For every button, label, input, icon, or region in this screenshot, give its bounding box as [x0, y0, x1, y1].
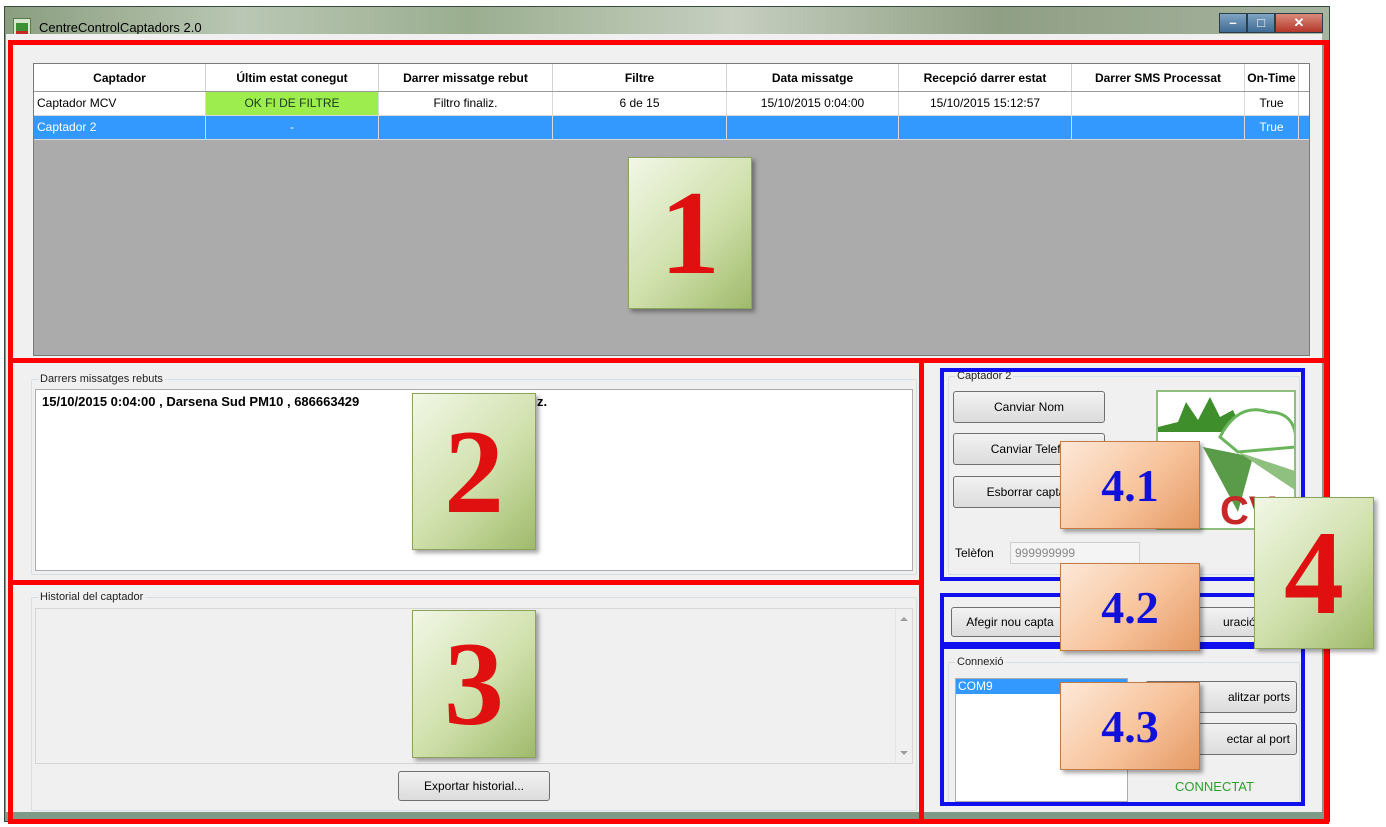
annotation-number-4-2: 4.2	[1060, 563, 1200, 651]
connection-status: CONNECTAT	[1175, 779, 1254, 794]
table-cell	[899, 116, 1072, 139]
add-captador-button[interactable]: Afegir nou capta	[951, 607, 1069, 637]
message-text-left: 15/10/2015 0:04:00 , Darsena Sud PM10 , …	[42, 394, 360, 409]
table-row[interactable]: Captador 2 - True	[34, 116, 1309, 140]
table-cell: Captador MCV	[34, 92, 206, 115]
table-cell: -	[206, 116, 379, 139]
column-header-recepcio[interactable]: Recepció darrer estat	[899, 64, 1072, 91]
table-cell	[1072, 116, 1245, 139]
column-header-filtre[interactable]: Filtre	[553, 64, 727, 91]
table-cell: 6 de 15	[553, 92, 727, 115]
recent-messages-label: Darrers missatges rebuts	[38, 373, 165, 385]
table-cell: Captador 2	[34, 116, 206, 139]
annotation-number-4-3: 4.3	[1060, 682, 1200, 770]
annotation-number-4: 4	[1254, 497, 1374, 649]
table-cell	[1072, 92, 1245, 115]
status-badge: OK FI DE FILTRE	[206, 92, 379, 115]
grid-header: Captador Últim estat conegut Darrer miss…	[34, 64, 1309, 92]
rename-button[interactable]: Canviar Nom	[953, 391, 1105, 423]
column-header-darrer-sms[interactable]: Darrer SMS Processat	[1072, 64, 1245, 91]
table-cell: True	[1245, 116, 1299, 139]
minimize-icon[interactable]: –	[1219, 13, 1247, 33]
annotation-number-4-1: 4.1	[1060, 441, 1200, 529]
table-cell	[379, 116, 553, 139]
close-icon[interactable]: ✕	[1275, 13, 1323, 33]
window-title: CentreControlCaptadors 2.0	[39, 20, 202, 35]
export-history-button[interactable]: Exportar historial...	[398, 771, 550, 801]
phone-field[interactable]: 999999999	[1010, 542, 1140, 564]
scroll-up-icon[interactable]	[900, 617, 908, 621]
phone-label: Telèfon	[955, 546, 994, 560]
history-label: Historial del captador	[38, 591, 146, 603]
captador-label: Captador 2	[955, 370, 1014, 382]
column-header-darrer-missatge[interactable]: Darrer missatge rebut	[379, 64, 553, 91]
history-scrollbar[interactable]	[895, 609, 912, 763]
table-cell: 15/10/2015 0:04:00	[727, 92, 899, 115]
annotation-number-2: 2	[412, 393, 536, 550]
column-header-on-time[interactable]: On-Time	[1245, 64, 1299, 91]
table-cell: 15/10/2015 15:12:57	[899, 92, 1072, 115]
column-header-data-missatge[interactable]: Data missatge	[727, 64, 899, 91]
table-cell	[727, 116, 899, 139]
table-row[interactable]: Captador MCV OK FI DE FILTRE Filtro fina…	[34, 92, 1309, 116]
column-header-captador[interactable]: Captador	[34, 64, 206, 91]
table-cell: Filtro finaliz.	[379, 92, 553, 115]
scroll-down-icon[interactable]	[900, 751, 908, 755]
column-header-ultim-estat[interactable]: Últim estat conegut	[206, 64, 379, 91]
table-cell	[553, 116, 727, 139]
annotation-number-1: 1	[628, 157, 752, 309]
annotation-number-3: 3	[412, 610, 536, 758]
table-cell: True	[1245, 92, 1299, 115]
connection-label: Connexió	[955, 656, 1006, 668]
maximize-icon[interactable]: □	[1247, 13, 1275, 33]
